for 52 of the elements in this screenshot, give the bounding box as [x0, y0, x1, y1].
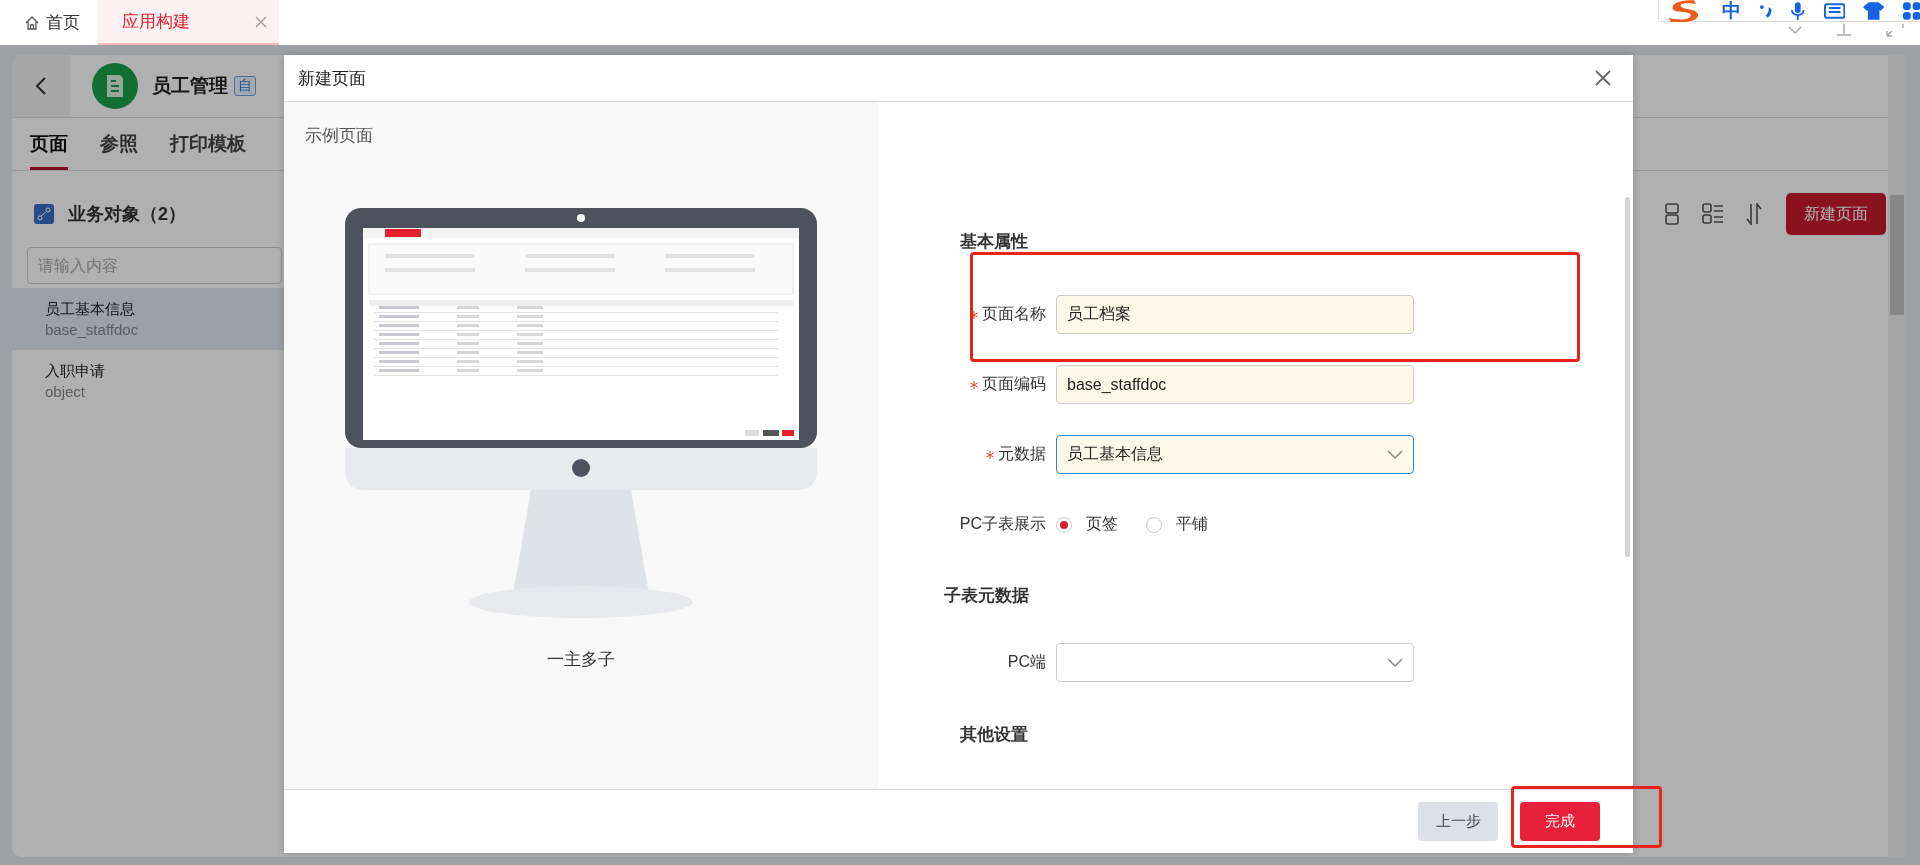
punctuation-icon[interactable] [1758, 2, 1773, 19]
select-field[interactable] [1056, 643, 1414, 682]
input-field[interactable]: base_staffdoc [1056, 365, 1414, 404]
app-title: 员工管理 [152, 74, 228, 98]
section-heading: 基本属性 [959, 231, 1029, 253]
page-tab[interactable]: 打印模板 [170, 118, 246, 170]
page-tab[interactable]: 参照 [100, 118, 138, 170]
field-label: PC子表展示 [959, 514, 1046, 534]
search-field[interactable]: 请输入内容 [27, 247, 282, 284]
radio-option[interactable]: 页签 [1056, 514, 1118, 535]
select-field[interactable]: 员工基本信息 [1056, 435, 1414, 474]
input-field[interactable]: 员工档案 [1056, 295, 1414, 334]
section-heading: 其他设置 [959, 724, 1029, 746]
input-mode-toggle[interactable]: 中 [1721, 0, 1741, 21]
preview-heading: 示例页面 [305, 125, 373, 147]
field-label: 元数据 [998, 444, 1046, 464]
preview-caption: 一主多子 [547, 649, 615, 671]
shirt-icon[interactable] [1863, 1, 1885, 20]
microphone-icon[interactable] [1790, 1, 1806, 20]
grid-icon[interactable] [1902, 1, 1920, 20]
page-tab[interactable]: 页面 [30, 118, 68, 170]
flow-icon [34, 204, 54, 224]
home-icon [24, 14, 40, 31]
close-icon[interactable] [255, 15, 267, 28]
section-heading: 子表元数据 [943, 585, 1030, 607]
app-logo-icon [92, 63, 138, 109]
chevron-down-icon [1387, 657, 1403, 668]
field-label: 页面名称 [982, 304, 1046, 324]
list-view-icon[interactable] [1702, 203, 1724, 225]
radio-button[interactable] [1056, 516, 1072, 533]
scrollbar[interactable] [1625, 197, 1630, 557]
card-view-icon[interactable] [1664, 203, 1680, 225]
field-label: PC端 [1007, 652, 1046, 672]
close-icon [1595, 70, 1611, 86]
browser-tab[interactable]: 应用构建 [98, 0, 279, 45]
app-badge: 自 [234, 76, 256, 96]
field-label: 页面编码 [982, 374, 1046, 394]
new-page-button[interactable]: 新建页面 [1786, 193, 1886, 235]
dialog-title: 新建页面 [298, 67, 367, 90]
browser-tab[interactable]: 首页 [0, 0, 98, 45]
radio-button[interactable] [1146, 516, 1162, 533]
finish-button[interactable]: 完成 [1520, 802, 1600, 841]
object-list-item[interactable]: 员工基本信息 base_staffdoc [12, 288, 284, 350]
section-title: 业务对象（2） [68, 203, 186, 226]
sort-icon[interactable] [1746, 203, 1762, 225]
chevron-down-icon [1387, 449, 1403, 460]
previous-button[interactable]: 上一步 [1418, 802, 1498, 841]
scrollbar[interactable] [1888, 55, 1906, 857]
object-list-item[interactable]: 入职申请 object [12, 350, 284, 412]
keyboard-icon[interactable] [1823, 2, 1846, 19]
radio-option[interactable]: 平铺 [1146, 514, 1208, 535]
back-icon [35, 76, 47, 96]
